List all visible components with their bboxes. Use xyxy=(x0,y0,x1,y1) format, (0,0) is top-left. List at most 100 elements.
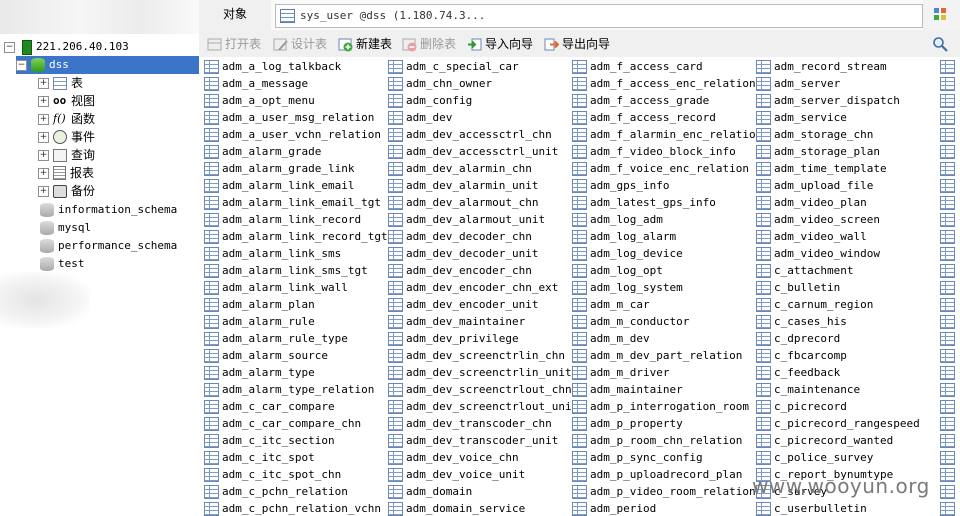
search-icon[interactable] xyxy=(932,36,948,52)
table-name: adm_f_access_enc_relation xyxy=(590,77,756,90)
table-icon xyxy=(53,76,67,90)
table-icon xyxy=(940,332,955,346)
export-wizard-button[interactable]: 导出向导 xyxy=(544,34,610,54)
table-icon xyxy=(204,434,219,448)
tree-db-mysql[interactable]: mysql xyxy=(40,219,91,237)
database-icon xyxy=(40,239,54,253)
tree-item-tables[interactable]: + 表 xyxy=(38,74,83,92)
tree-item-events[interactable]: + 事件 xyxy=(38,128,95,146)
table-icon xyxy=(572,383,587,397)
open-table-button[interactable]: 打开表 xyxy=(207,34,261,54)
tree-db-test[interactable]: test xyxy=(40,255,85,273)
table-name: adm_period xyxy=(590,502,657,515)
table-name: c_bulletin xyxy=(774,281,841,294)
tree-item-reports[interactable]: + 报表 xyxy=(38,164,94,182)
tree-db-information-schema[interactable]: information_schema xyxy=(40,201,177,219)
tree-db-performance-schema[interactable]: performance_schema xyxy=(40,237,177,255)
view-options[interactable] xyxy=(923,0,960,30)
table-icon xyxy=(940,145,955,159)
expand-icon[interactable]: + xyxy=(38,131,49,143)
tree-item-functions[interactable]: + f() 函数 xyxy=(38,110,95,128)
table-icon xyxy=(940,162,955,176)
table-icon xyxy=(388,383,403,397)
expand-icon[interactable]: + xyxy=(38,95,49,107)
table-icon xyxy=(940,111,955,125)
collapse-icon[interactable]: − xyxy=(4,41,15,53)
import-wizard-label: 导入向导 xyxy=(485,37,534,51)
table-name: adm_a_opt_menu xyxy=(222,94,315,107)
table-icon xyxy=(572,196,587,210)
table-name: adm_dev_voice_unit xyxy=(406,468,526,481)
table-name: adm_storage_plan xyxy=(774,145,880,158)
table-icon xyxy=(572,230,587,244)
expand-icon[interactable]: + xyxy=(38,77,49,89)
table-name: adm_alarm_grade xyxy=(222,145,322,158)
expand-icon[interactable]: + xyxy=(38,185,49,197)
table-name: adm_record_stream xyxy=(774,60,887,73)
table-icon xyxy=(940,468,955,482)
table-icon xyxy=(572,315,587,329)
table-icon xyxy=(572,77,587,91)
navigator-pane: −221.206.40.103 − dss + 表 + oo 视图 + f() 函数 + 事件… xyxy=(0,0,200,516)
tree-connection[interactable]: − 221.206.40.103 xyxy=(4,38,129,56)
tree-item-views[interactable]: + oo 视图 xyxy=(38,92,95,110)
tree-db-dss[interactable]: − dss xyxy=(16,56,199,74)
table-name: adm_video_window xyxy=(774,247,880,260)
blurred-region xyxy=(0,272,90,328)
table-name: adm_c_car_compare_chn xyxy=(222,417,362,430)
table-name: c_feedback xyxy=(774,366,841,379)
table-icon xyxy=(204,349,219,363)
table-icon xyxy=(204,213,219,227)
table-icon xyxy=(756,349,771,363)
delete-table-icon xyxy=(402,38,417,52)
connection-label: 221.206.40.103 xyxy=(36,40,129,53)
expand-icon[interactable]: + xyxy=(38,149,49,161)
table-name: adm_c_pchn_relation xyxy=(222,485,348,498)
table-icon xyxy=(756,264,771,278)
table-name: adm_c_itc_spot xyxy=(222,451,315,464)
table-icon xyxy=(756,230,771,244)
table-name: adm_log_device xyxy=(590,247,683,260)
table-icon xyxy=(572,145,587,159)
table-icon xyxy=(388,213,403,227)
table-icon xyxy=(388,468,403,482)
table-name: adm_dev xyxy=(406,111,453,124)
table-icon xyxy=(388,315,403,329)
table-icon xyxy=(204,60,219,74)
table-name: adm_dev_maintainer xyxy=(406,315,526,328)
open-table-label: 打开表 xyxy=(225,37,262,51)
tree-item-queries[interactable]: + 查询 xyxy=(38,146,95,164)
table-name: c_dprecord xyxy=(774,332,841,345)
table-name: adm_alarm_link_email xyxy=(222,179,355,192)
import-icon xyxy=(468,38,482,51)
collapse-icon[interactable]: − xyxy=(16,59,27,71)
tab-objects[interactable]: 对象 xyxy=(199,0,272,30)
tree-item-label: 备份 xyxy=(71,184,96,198)
table-name: adm_dev_transcoder_chn xyxy=(406,417,552,430)
tree-item-label: 报表 xyxy=(70,166,95,180)
table-name: adm_c_itc_section xyxy=(222,434,335,447)
table-name: adm_m_dev xyxy=(590,332,650,345)
delete-table-button[interactable]: 删除表 xyxy=(402,34,456,54)
table-icon xyxy=(572,281,587,295)
new-table-button[interactable]: 新建表 xyxy=(338,34,392,54)
expand-icon[interactable]: + xyxy=(38,167,49,179)
tree-item-label: 查询 xyxy=(71,148,96,162)
table-name: c_maintenance xyxy=(774,383,861,396)
table-icon xyxy=(756,162,771,176)
table-icon xyxy=(204,502,219,516)
tab-sys-user[interactable]: sys_user @dss (1.180.74.3... xyxy=(275,4,923,28)
table-icon xyxy=(204,383,219,397)
table-icon xyxy=(572,366,587,380)
expand-icon[interactable]: + xyxy=(38,113,49,125)
tree-item-backups[interactable]: + 备份 xyxy=(38,182,95,200)
table-icon xyxy=(572,451,587,465)
table-icon xyxy=(388,502,403,516)
table-icon xyxy=(940,417,955,431)
design-table-button[interactable]: 设计表 xyxy=(273,34,327,54)
table-name: adm_dev_transcoder_unit xyxy=(406,434,559,447)
db-label: test xyxy=(58,257,85,270)
table-icon xyxy=(388,179,403,193)
import-wizard-button[interactable]: 导入向导 xyxy=(467,34,533,54)
table-icon xyxy=(204,468,219,482)
